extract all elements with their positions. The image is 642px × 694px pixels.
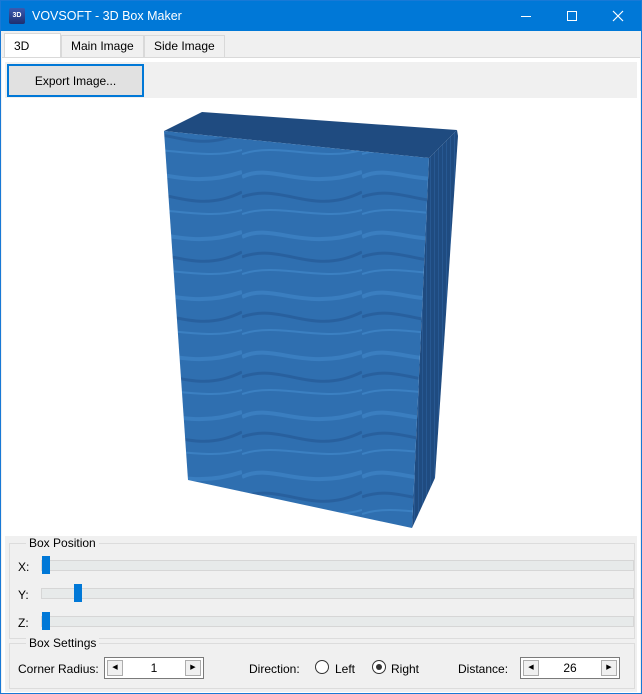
minimize-button[interactable] — [503, 1, 549, 31]
box-front-face — [164, 131, 429, 528]
tab-content: Export Image... Box Position X: Y: Z: Bo… — [2, 57, 640, 693]
decrement-left-icon[interactable]: ◀ — [523, 660, 539, 676]
distance-spinner[interactable]: 26 ◀ ▶ — [520, 657, 620, 679]
corner-radius-label: Corner Radius: — [18, 662, 99, 676]
direction-label: Direction: — [249, 662, 300, 676]
minimize-icon — [521, 15, 531, 17]
box-preview-canvas — [2, 102, 640, 536]
close-icon — [612, 10, 624, 22]
corner-radius-spinner[interactable]: 1 ◀ ▶ — [104, 657, 204, 679]
toolbar: Export Image... — [5, 62, 637, 98]
distance-label: Distance: — [458, 662, 509, 676]
z-slider[interactable] — [41, 616, 634, 627]
box-preview — [164, 112, 458, 528]
tab-3d-box[interactable]: 3D Box — [4, 33, 61, 77]
z-label: Z: — [18, 616, 29, 630]
window-title: VOVSOFT - 3D Box Maker — [32, 9, 182, 23]
x-slider-thumb[interactable] — [42, 556, 50, 574]
app-window: 3D VOVSOFT - 3D Box Maker 3D Box Main Im… — [0, 0, 642, 694]
tab-side-image[interactable]: Side Image — [144, 35, 225, 57]
app-icon: 3D — [9, 8, 25, 24]
close-button[interactable] — [595, 1, 641, 31]
decrement-left-icon[interactable]: ◀ — [107, 660, 123, 676]
y-slider[interactable] — [41, 588, 634, 599]
x-label: X: — [18, 560, 30, 574]
direction-left-radio[interactable] — [315, 660, 329, 674]
direction-right-radio[interactable] — [372, 660, 386, 674]
increment-right-icon[interactable]: ▶ — [185, 660, 201, 676]
y-label: Y: — [18, 588, 29, 602]
tab-main-image[interactable]: Main Image — [61, 35, 144, 57]
x-slider[interactable] — [41, 560, 634, 571]
export-image-button[interactable]: Export Image... — [7, 64, 144, 97]
z-slider-thumb[interactable] — [42, 612, 50, 630]
box-position-title: Box Position — [26, 536, 99, 550]
box-settings-title: Box Settings — [26, 636, 100, 650]
increment-right-icon[interactable]: ▶ — [601, 660, 617, 676]
direction-right-label[interactable]: Right — [391, 662, 419, 676]
maximize-button[interactable] — [549, 1, 595, 31]
settings-panel: Box Position X: Y: Z: Box Settings Corne… — [5, 536, 637, 692]
title-bar: 3D VOVSOFT - 3D Box Maker — [1, 1, 641, 31]
direction-left-label[interactable]: Left — [335, 662, 355, 676]
y-slider-thumb[interactable] — [74, 584, 82, 602]
maximize-icon — [567, 11, 577, 21]
